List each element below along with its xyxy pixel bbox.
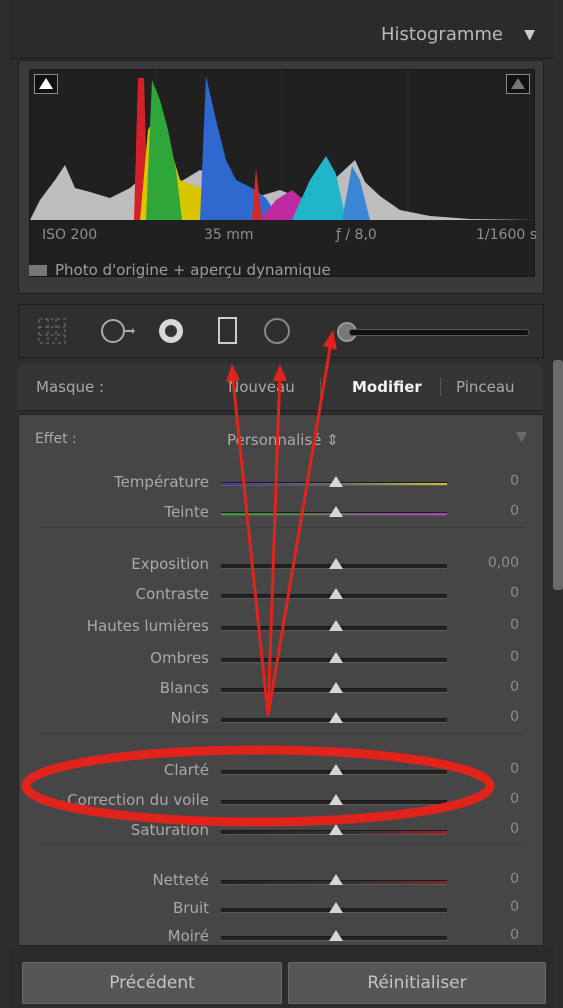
histogram-graph: ISO 200 35 mm ƒ / 8,0 1/1600 s — [29, 69, 537, 277]
slider-knob[interactable] — [329, 902, 343, 913]
spot-removal-icon[interactable] — [99, 317, 135, 349]
slider-label: Ombres — [150, 649, 209, 667]
slider-value[interactable]: 0 — [510, 761, 519, 777]
histogram-panel: ISO 200 35 mm ƒ / 8,0 1/1600 s Photo d'o… — [18, 60, 544, 294]
original-preview-label: Photo d'origine + aperçu dynamique — [55, 261, 331, 279]
panel-scrollbar[interactable] — [553, 360, 563, 590]
slider-label: Noirs — [170, 709, 209, 727]
slider-value[interactable]: 0 — [510, 899, 519, 915]
effect-preset-value: Personnalisé — [227, 431, 322, 449]
slider-value[interactable]: 0 — [510, 473, 519, 489]
group-divider — [39, 843, 523, 844]
slider-label: Netteté — [152, 871, 209, 889]
slider-row: Noirs 0 — [19, 707, 543, 731]
graduated-filter-icon[interactable] — [217, 317, 239, 349]
slider-knob[interactable] — [329, 874, 343, 885]
original-preview-toggle[interactable]: Photo d'origine + aperçu dynamique — [29, 261, 331, 279]
histogram-header[interactable]: Histogramme ▼ — [10, 0, 553, 59]
updown-icon: ⇕ — [326, 431, 339, 449]
group-divider — [39, 733, 523, 734]
tool-strip — [18, 304, 544, 358]
slider-row: Bruit 0 — [19, 897, 543, 921]
slider-knob[interactable] — [329, 794, 343, 805]
slider-row: Correction du voile 0 — [19, 789, 543, 813]
collapse-triangle-icon[interactable]: ▼ — [516, 429, 527, 445]
slider-value[interactable]: 0 — [510, 679, 519, 695]
slider-value[interactable]: 0 — [510, 791, 519, 807]
slider-knob[interactable] — [329, 620, 343, 631]
slider-row: Clarté 0 — [19, 759, 543, 783]
slider-value[interactable]: 0 — [510, 503, 519, 519]
slider-label: Clarté — [163, 761, 209, 779]
mask-separator — [440, 378, 441, 396]
effect-panel: Effet : Personnalisé ⇕ ▼ Température 0 Tei… — [18, 414, 544, 946]
reset-button[interactable]: Réinitialiser — [288, 962, 546, 1004]
bottom-bar: Précédent Réinitialiser — [10, 946, 553, 1008]
slider-row: Hautes lumières 0 — [19, 615, 543, 639]
mask-separator — [320, 378, 321, 396]
effect-preset-dropdown[interactable]: Personnalisé ⇕ — [227, 431, 339, 449]
slider-knob[interactable] — [329, 712, 343, 723]
slider-value[interactable]: 0 — [510, 709, 519, 725]
slider-knob[interactable] — [329, 652, 343, 663]
panel-title: Histogramme — [381, 24, 503, 45]
slider-value[interactable]: 0,00 — [488, 555, 519, 571]
mask-row: Masque : Nouveau Modifier Pinceau — [18, 364, 542, 411]
brush-size-slider[interactable] — [349, 329, 529, 336]
effect-label: Effet : — [35, 431, 77, 447]
slider-value[interactable]: 0 — [510, 871, 519, 887]
slider-label: Teinte — [164, 503, 209, 521]
mask-new-button[interactable]: Nouveau — [228, 378, 295, 396]
slider-row: Température 0 — [19, 471, 543, 495]
slider-value[interactable]: 0 — [510, 617, 519, 633]
slider-label: Blancs — [159, 679, 209, 697]
preview-toggle-icon[interactable] — [29, 264, 47, 276]
shutter-value: 1/1600 s — [476, 227, 537, 243]
slider-value[interactable]: 0 — [510, 927, 519, 943]
red-eye-icon[interactable] — [157, 317, 185, 349]
slider-knob[interactable] — [329, 930, 343, 941]
previous-button[interactable]: Précédent — [22, 962, 282, 1004]
slider-label: Hautes lumières — [86, 617, 209, 635]
slider-row: Exposition 0,00 — [19, 553, 543, 577]
slider-knob[interactable] — [329, 506, 343, 517]
slider-knob[interactable] — [329, 558, 343, 569]
radial-filter-icon[interactable] — [263, 317, 291, 349]
mask-label: Masque : — [36, 378, 105, 396]
highlight-clipping-icon[interactable] — [506, 74, 530, 94]
slider-knob[interactable] — [329, 682, 343, 693]
slider-row: Ombres 0 — [19, 647, 543, 671]
shadow-clipping-icon[interactable] — [34, 74, 58, 94]
slider-value[interactable]: 0 — [510, 821, 519, 837]
slider-row: Netteté 0 — [19, 869, 543, 893]
slider-row: Contraste 0 — [19, 583, 543, 607]
slider-knob[interactable] — [329, 476, 343, 487]
slider-knob[interactable] — [329, 588, 343, 599]
slider-label: Température — [113, 473, 209, 491]
slider-row: Teinte 0 — [19, 501, 543, 525]
aperture-value: ƒ / 8,0 — [336, 227, 377, 243]
slider-label: Contraste — [135, 585, 209, 603]
focal-length-value: 35 mm — [204, 227, 254, 243]
mask-edit-button[interactable]: Modifier — [352, 378, 422, 396]
slider-label: Correction du voile — [67, 791, 209, 809]
slider-knob[interactable] — [329, 764, 343, 775]
iso-value: ISO 200 — [42, 227, 98, 243]
slider-value[interactable]: 0 — [510, 649, 519, 665]
mask-brush-button[interactable]: Pinceau — [456, 378, 515, 396]
slider-label: Bruit — [172, 899, 209, 917]
slider-row: Blancs 0 — [19, 677, 543, 701]
slider-row: Saturation 0 — [19, 819, 543, 843]
slider-label: Saturation — [130, 821, 209, 839]
slider-label: Exposition — [131, 555, 209, 573]
crop-overlay-icon[interactable] — [37, 317, 67, 349]
slider-value[interactable]: 0 — [510, 585, 519, 601]
slider-knob[interactable] — [329, 824, 343, 835]
triangle-down-icon[interactable]: ▼ — [524, 27, 535, 43]
slider-label: Moiré — [167, 927, 209, 945]
group-divider — [39, 527, 523, 528]
